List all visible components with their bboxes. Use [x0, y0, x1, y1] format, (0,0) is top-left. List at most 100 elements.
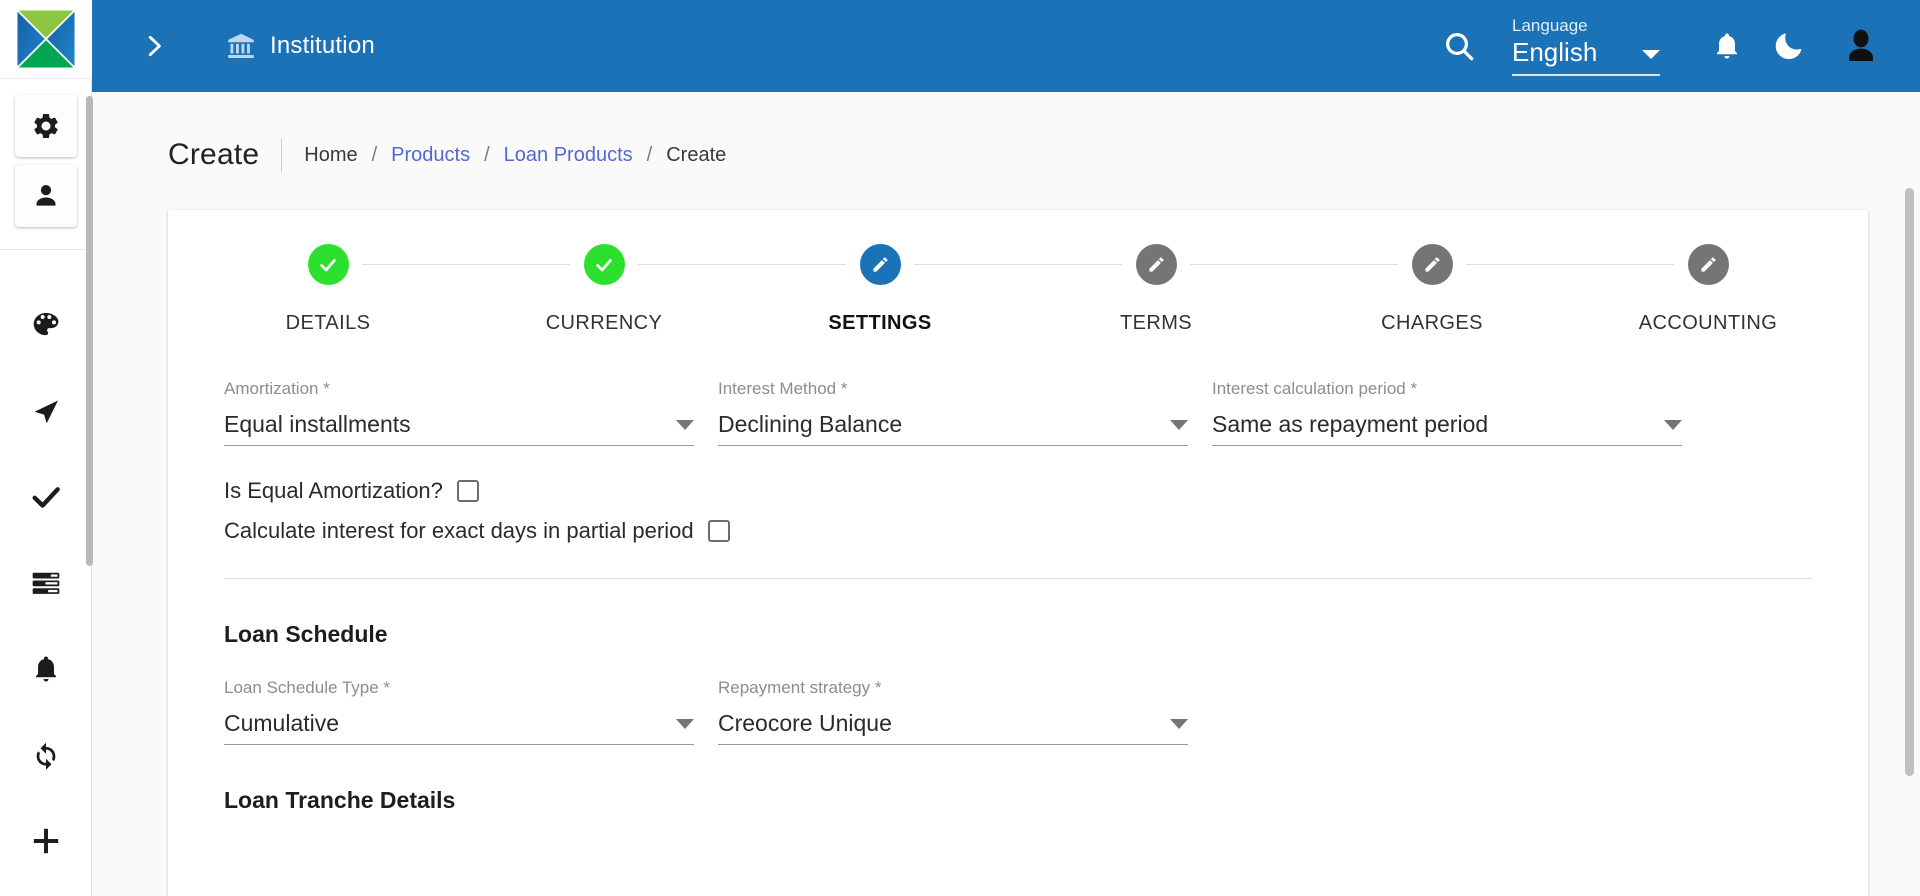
app-root: Institution Language English Create Home…	[0, 0, 1920, 896]
step-settings[interactable]: SETTINGS	[742, 244, 1122, 335]
step-bubble-currency	[583, 244, 625, 285]
step-bubble-details	[307, 244, 349, 285]
step-label-accounting: ACCOUNTING	[1638, 312, 1778, 334]
bell-icon	[35, 656, 56, 682]
pencil-icon	[872, 257, 888, 272]
navigation-arrow-icon	[34, 400, 58, 424]
language-value: English	[1512, 37, 1598, 67]
check-icon	[320, 258, 336, 271]
settings-form: Amortization * Equal installments Intere…	[168, 335, 1868, 544]
step-connector	[638, 264, 846, 265]
is-equal-amortization-checkbox[interactable]	[456, 480, 479, 502]
chevron-right-icon	[148, 35, 161, 57]
search-button[interactable]	[1430, 17, 1488, 75]
loan-schedule-type-label: Loan Schedule Type *	[224, 678, 391, 697]
interest-method-field[interactable]: Interest Method * Declining Balance	[718, 379, 1188, 450]
amortization-value: Equal installments	[224, 411, 411, 437]
language-selector[interactable]: Language English	[1512, 16, 1660, 76]
left-sidebar	[0, 0, 93, 896]
dropdown-arrow-icon	[1664, 420, 1682, 430]
form-row-schedule: Loan Schedule Type * Cumulative Repaymen…	[224, 678, 1812, 749]
check-icon	[596, 258, 612, 271]
user-avatar[interactable]	[1830, 15, 1892, 77]
page-scrollbar-thumb[interactable]	[1905, 188, 1914, 776]
search-icon	[1446, 33, 1474, 61]
bell-icon	[1717, 33, 1737, 59]
theme-toggle-button[interactable]	[1758, 15, 1820, 77]
step-label-terms: TERMS	[1120, 312, 1192, 334]
sidebar-item-users[interactable]	[14, 165, 77, 227]
institution-label: Institution	[270, 32, 375, 59]
interest-calculation-period-field[interactable]: Interest calculation period * Same as re…	[1212, 379, 1682, 450]
breadcrumb-item-create: Create	[666, 143, 727, 166]
language-label: Language	[1512, 16, 1588, 35]
step-connector	[362, 264, 570, 265]
sidebar-item-sync[interactable]	[15, 724, 77, 786]
form-row-interest: Amortization * Equal installments Intere…	[224, 379, 1812, 450]
sidebar-nav	[0, 250, 91, 896]
step-accounting[interactable]: ACCOUNTING	[1570, 244, 1846, 335]
institution-menu[interactable]: Institution	[226, 31, 375, 61]
breadcrumb-separator: /	[371, 143, 378, 166]
repayment-strategy-field[interactable]: Repayment strategy * Creocore Unique	[718, 678, 1188, 749]
loan-schedule-type-value: Cumulative	[224, 710, 340, 736]
page-title: Create	[168, 138, 260, 171]
step-label-currency: CURRENCY	[545, 312, 663, 334]
step-bubble-accounting	[1687, 244, 1729, 285]
step-connector	[1466, 264, 1674, 265]
breadcrumb-separator: /	[484, 143, 490, 166]
dropdown-arrow-icon	[1170, 420, 1188, 430]
plus-icon	[33, 828, 58, 854]
chevron-down-icon	[1642, 50, 1660, 59]
dropdown-arrow-icon	[676, 420, 694, 430]
pencil-icon	[1700, 257, 1716, 272]
app-logo[interactable]	[0, 0, 92, 79]
exact-days-partial-period-label: Calculate interest for exact days in par…	[224, 518, 694, 543]
exact-days-partial-period-checkbox[interactable]	[707, 520, 730, 542]
gear-icon	[33, 113, 58, 138]
expand-sidebar-button[interactable]	[134, 26, 174, 66]
breadcrumb-list: Home / Products / Loan Products / Create	[304, 144, 726, 167]
check-icon	[31, 487, 60, 508]
loan-schedule-heading: Loan Schedule	[224, 621, 388, 647]
refresh-icon	[36, 742, 55, 770]
step-charges[interactable]: CHARGES	[1294, 244, 1674, 335]
bank-icon	[228, 33, 254, 58]
amortization-field[interactable]: Amortization * Equal installments	[224, 379, 694, 450]
sidebar-item-alerts[interactable]	[15, 638, 77, 700]
loan-schedule-type-field[interactable]: Loan Schedule Type * Cumulative	[224, 678, 694, 749]
moon-icon	[1775, 33, 1802, 60]
amortization-label: Amortization *	[224, 379, 330, 398]
step-currency[interactable]: CURRENCY	[466, 244, 846, 335]
sidebar-item-add[interactable]	[15, 810, 77, 872]
step-bubble-settings	[859, 244, 901, 285]
top-app-bar: Institution Language English	[92, 0, 1920, 92]
sidebar-item-settings[interactable]	[14, 95, 77, 157]
step-terms[interactable]: TERMS	[1018, 244, 1398, 335]
breadcrumb-separator: /	[646, 143, 653, 166]
breadcrumb: Create Home / Products / Loan Products /…	[92, 92, 1920, 172]
breadcrumb-item-home[interactable]: Home	[304, 144, 357, 167]
sidebar-item-checker-inbox[interactable]	[15, 466, 77, 528]
palette-icon	[33, 313, 58, 336]
breadcrumb-item-loan-products[interactable]: Loan Products	[504, 144, 633, 167]
notifications-button[interactable]	[1696, 15, 1758, 77]
pencil-icon	[1148, 257, 1164, 272]
sidebar-top-group	[0, 79, 92, 250]
interest-calculation-period-label: Interest calculation period *	[1212, 379, 1418, 398]
sidebar-item-reports[interactable]	[15, 552, 77, 614]
is-equal-amortization-label: Is Equal Amortization?	[224, 478, 443, 503]
sidebar-item-dashboard[interactable]	[15, 294, 77, 356]
server-list-icon	[32, 572, 59, 594]
step-bubble-charges	[1411, 244, 1453, 285]
loan-tranche-details-heading: Loan Tranche Details	[224, 787, 456, 813]
breadcrumb-item-products[interactable]: Products	[391, 144, 470, 167]
breadcrumb-divider	[281, 138, 283, 172]
top-bar-actions: Language English	[1430, 15, 1920, 77]
pencil-icon	[1424, 257, 1440, 272]
sidebar-scrollbar[interactable]	[86, 96, 93, 566]
step-details[interactable]: DETAILS	[190, 244, 570, 335]
repayment-strategy-label: Repayment strategy *	[718, 678, 882, 697]
sidebar-item-navigation[interactable]	[15, 380, 77, 442]
dropdown-arrow-icon	[676, 719, 694, 729]
